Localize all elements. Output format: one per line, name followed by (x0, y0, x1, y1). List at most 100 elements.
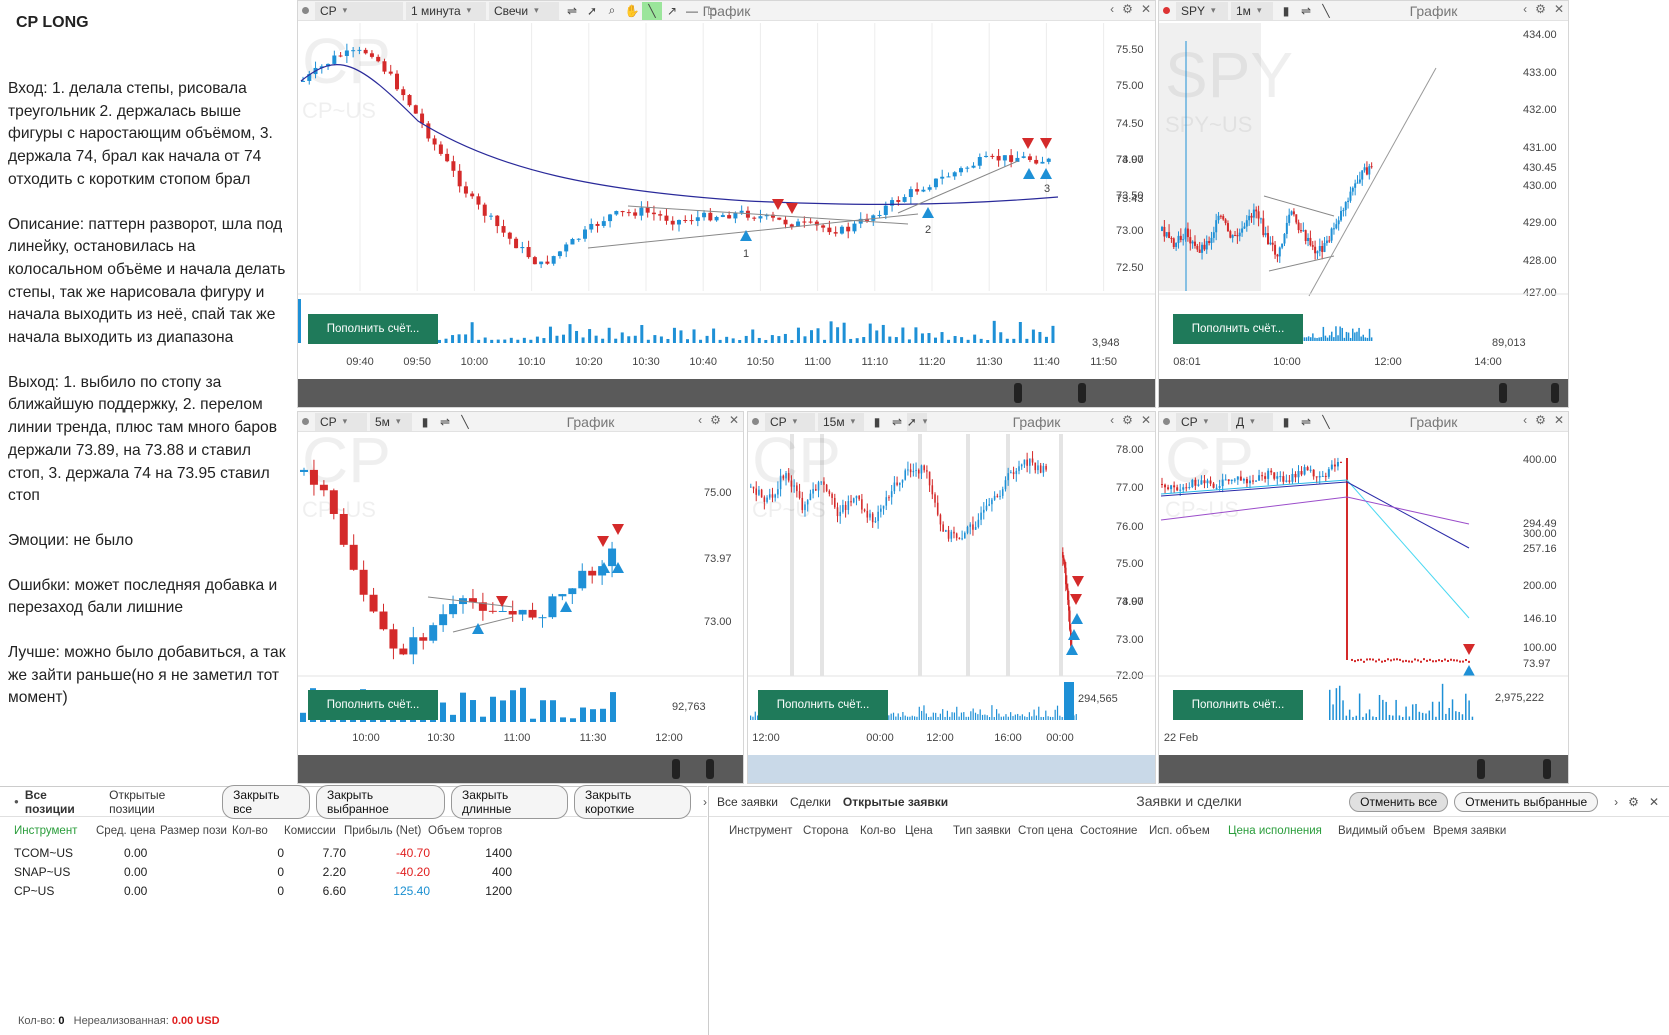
col-visible-volume[interactable]: Видимый объем (1338, 825, 1433, 837)
x-tick-label: 22 Feb (1164, 732, 1198, 744)
volume-bar (751, 329, 755, 343)
candle-body (1462, 660, 1464, 663)
candle-body (1378, 658, 1380, 661)
candle-body (1450, 658, 1452, 661)
col-avg-price[interactable]: Сред. цена (96, 825, 160, 837)
navigator-left-handle[interactable] (1477, 759, 1485, 779)
y-tick-label: 433.00 (1523, 67, 1557, 79)
candle-body (1302, 230, 1305, 232)
chart-panel-15m[interactable]: CP 15м ▮ ⇌ ➚ График ‹⚙✕ CPCP~US78.0077.0… (747, 411, 1156, 784)
close-icon[interactable]: ✕ (1649, 795, 1659, 809)
navigator-right-handle[interactable] (1543, 759, 1551, 779)
candle-body (1161, 226, 1163, 231)
candle-body (309, 469, 318, 485)
cell-commission: 7.70 (322, 846, 346, 860)
col-order-type[interactable]: Тип заявки (953, 825, 1018, 837)
table-row[interactable]: CP~US 0.00 0 6.60 125.40 1200 (0, 881, 707, 900)
volume-bar (1059, 715, 1061, 720)
footer-unrealized-value: 0.00 USD (171, 1015, 220, 1027)
x-tick-label: 10:30 (427, 732, 455, 744)
candle-body (1021, 156, 1026, 158)
candle-body (568, 588, 577, 595)
col-commission[interactable]: Комиссии (284, 825, 344, 837)
chart-panel-daily[interactable]: CP Д ▮ ⇌ ╲ График ‹⚙✕ CPCP~US400.00300.0… (1158, 411, 1569, 784)
col-qty[interactable]: Кол-во (232, 825, 284, 837)
close-short-button[interactable]: Закрыть короткие (574, 784, 691, 819)
gear-icon[interactable]: ⚙ (1628, 795, 1639, 809)
col-instrument[interactable]: Инструмент (14, 825, 96, 837)
candle-body (1219, 215, 1222, 217)
col-position-size[interactable]: Размер пози (160, 825, 232, 837)
chart-navigator[interactable] (298, 755, 743, 783)
candle-body (1318, 476, 1321, 478)
candle-body (1252, 480, 1254, 482)
tab-trades[interactable]: Сделки (790, 795, 831, 809)
drag-handle-icon[interactable]: ● (14, 797, 19, 806)
candle-body (1411, 660, 1413, 663)
close-selected-button[interactable]: Закрыть выбранное (315, 784, 446, 819)
col-stop-price[interactable]: Стоп цена (1018, 825, 1080, 837)
volume-bar (1345, 331, 1348, 341)
navigator-left-handle[interactable] (1014, 383, 1022, 403)
chart-panel-main[interactable]: CP 1 минута Свечи ⇌ ➚ ⌕ ✋ ╲ ↗ — □ График… (297, 0, 1156, 408)
deposit-button[interactable]: Пополнить счёт... (1173, 690, 1303, 720)
close-all-button[interactable]: Закрыть все (222, 784, 310, 819)
tab-all-orders[interactable]: Все заявки (717, 795, 778, 809)
volume-bar (438, 339, 441, 343)
col-price[interactable]: Цена (905, 825, 953, 837)
footer-unrealized-label: Нереализованная: (73, 1015, 169, 1027)
volume-bar (580, 707, 586, 722)
candle-body (1276, 476, 1279, 479)
navigator-right-handle[interactable] (1551, 383, 1559, 403)
deposit-button[interactable]: Пополнить счёт... (1173, 314, 1303, 344)
deposit-button[interactable]: Пополнить счёт... (308, 314, 438, 344)
volume-bar (705, 335, 709, 343)
tab-all-positions[interactable]: Все позиции (25, 788, 97, 816)
tab-open-positions[interactable]: Открытые позиции (109, 788, 210, 816)
candle-body (1224, 219, 1227, 224)
chevron-right-icon[interactable]: › (703, 795, 707, 809)
col-qty[interactable]: Кол-во (860, 825, 905, 837)
chart-panel-spy[interactable]: SPY 1м ▮ ⇌ ╲ График ‹⚙✕ SPYSPY~US434.004… (1158, 0, 1569, 408)
deposit-button[interactable]: Пополнить счёт... (758, 690, 888, 720)
chart-navigator[interactable] (748, 755, 1155, 783)
chevron-right-icon[interactable]: › (1614, 795, 1618, 809)
candle-body (934, 494, 936, 503)
col-instrument[interactable]: Инструмент (729, 825, 803, 837)
chart-panel-5m[interactable]: CP 5м ▮ ⇌ ╲ График ‹⚙✕ CPCP~US75.0073.00… (297, 411, 744, 784)
deposit-button[interactable]: Пополнить счёт... (308, 690, 438, 720)
table-row[interactable]: SNAP~US 0.00 0 2.20 -40.20 400 (0, 862, 707, 881)
notes-title: CP LONG (16, 14, 89, 31)
close-long-button[interactable]: Закрыть длинные (451, 784, 568, 819)
candle-body (1274, 244, 1277, 255)
candle-body (1459, 660, 1461, 663)
candle-body (1241, 228, 1244, 233)
col-profit[interactable]: Прибыль (Net) (344, 825, 428, 837)
col-state[interactable]: Состояние (1080, 825, 1149, 837)
candle-body (1396, 658, 1398, 661)
col-filled-volume[interactable]: Исп. объем (1149, 825, 1228, 837)
candle-body (1257, 211, 1260, 219)
tab-open-orders[interactable]: Открытые заявки (843, 795, 948, 809)
candle-body (758, 216, 763, 219)
candle-body (1366, 658, 1368, 661)
col-side[interactable]: Сторона (803, 825, 860, 837)
volume-bar (633, 335, 637, 343)
col-order-time[interactable]: Время заявки (1433, 825, 1513, 837)
candle-body (1288, 214, 1291, 223)
col-fill-price[interactable]: Цена исполнения (1228, 825, 1338, 837)
cancel-all-button[interactable]: Отменить все (1349, 791, 1449, 812)
navigator-left-handle[interactable] (1499, 383, 1507, 403)
chart-navigator[interactable] (1159, 379, 1568, 407)
cancel-selected-button[interactable]: Отменить выбранные (1454, 791, 1599, 812)
navigator-left-handle[interactable] (672, 759, 680, 779)
table-row[interactable]: TCOM~US 0.00 0 7.70 -40.70 1400 (0, 843, 707, 862)
candle-body (1007, 473, 1009, 481)
col-volume[interactable]: Объем торгов (428, 825, 508, 837)
chart-navigator[interactable] (1159, 755, 1568, 783)
chart-navigator[interactable] (298, 379, 1155, 407)
navigator-right-handle[interactable] (1078, 383, 1086, 403)
candle-body (508, 611, 517, 615)
navigator-right-handle[interactable] (706, 759, 714, 779)
candle-body (801, 497, 804, 511)
